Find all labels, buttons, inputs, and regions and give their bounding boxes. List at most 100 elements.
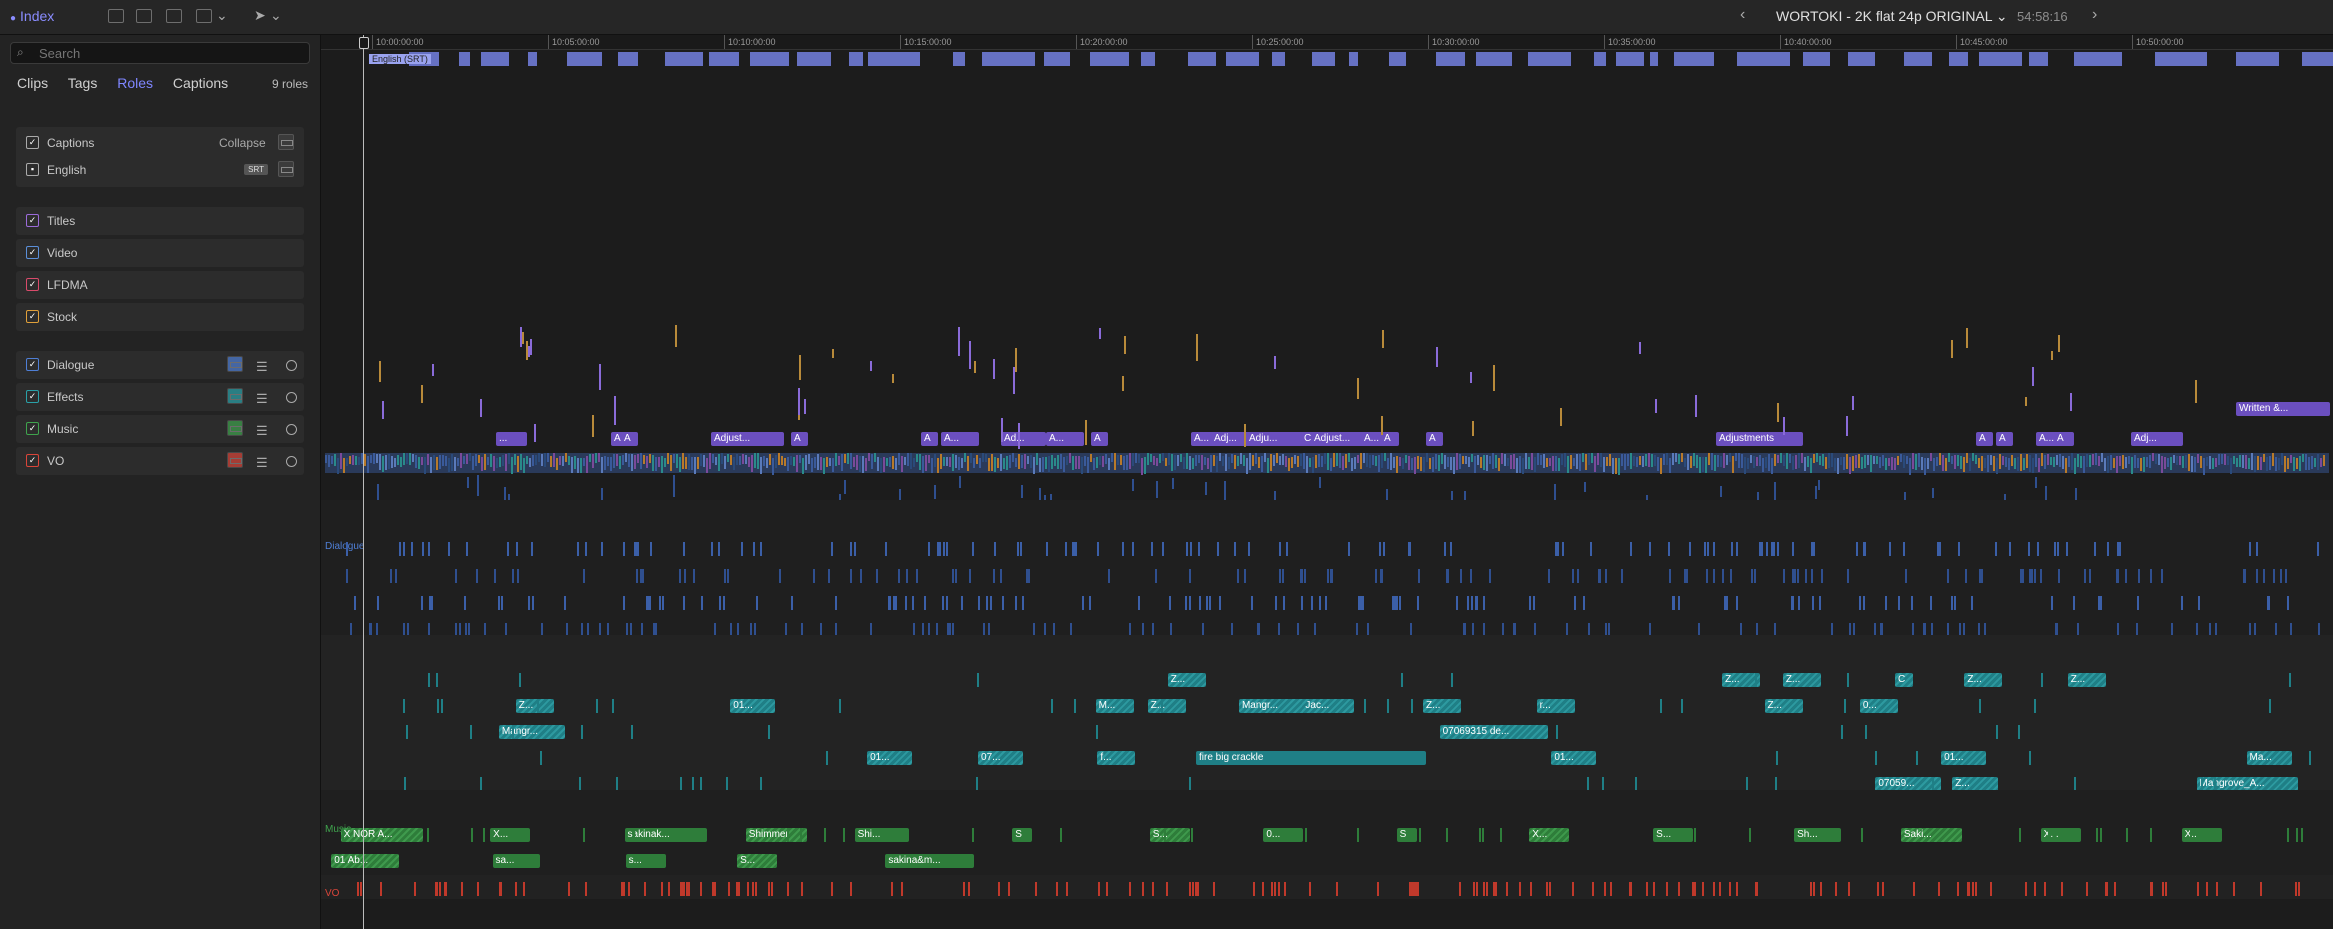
storyline-clip[interactable] <box>2044 455 2046 469</box>
clip-sliver[interactable] <box>507 542 510 556</box>
storyline-clip[interactable] <box>613 454 615 468</box>
clip-sliver[interactable] <box>1648 542 1651 556</box>
timeline-clip[interactable]: Z... <box>1964 673 2003 687</box>
storyline-clip[interactable] <box>352 455 354 465</box>
storyline-clip[interactable] <box>337 458 339 474</box>
storyline-clip[interactable] <box>1231 454 1233 463</box>
clip-sliver[interactable] <box>1046 542 1049 556</box>
clip-sliver[interactable] <box>1905 569 1908 583</box>
timeline-clip[interactable]: X... <box>2040 828 2081 842</box>
storyline-clip[interactable] <box>1867 455 1869 465</box>
clip-sliver[interactable] <box>480 777 483 791</box>
storyline-clip[interactable] <box>2086 454 2088 467</box>
storyline-clip[interactable] <box>640 453 642 469</box>
clip-sliver[interactable] <box>528 596 531 610</box>
storyline-clip[interactable] <box>1609 454 1611 466</box>
clip-sliver[interactable] <box>1121 375 1124 392</box>
clip-sliver[interactable] <box>596 699 599 713</box>
caption-clip[interactable] <box>1226 52 1259 66</box>
clip-sliver[interactable] <box>1686 569 1689 583</box>
clip-sliver[interactable] <box>2074 777 2077 791</box>
clip-sliver[interactable] <box>891 373 894 384</box>
storyline-clip[interactable] <box>1540 455 1542 465</box>
storyline-clip[interactable] <box>2182 456 2184 468</box>
storyline-clip[interactable] <box>580 458 582 473</box>
clip-sliver[interactable] <box>667 882 670 896</box>
storyline-clip[interactable] <box>418 457 420 469</box>
storyline-clip[interactable] <box>2026 454 2028 468</box>
clip-sliver[interactable] <box>675 325 678 347</box>
storyline-clip[interactable] <box>1612 458 1614 474</box>
clip-sliver[interactable] <box>1549 882 1552 896</box>
storyline-clip[interactable] <box>2158 454 2160 465</box>
storyline-clip[interactable] <box>445 456 447 466</box>
lfdma-checkbox[interactable]: ✓ <box>26 278 39 291</box>
storyline-clip[interactable] <box>460 453 462 468</box>
clip-sliver[interactable] <box>431 596 434 610</box>
storyline-clip[interactable] <box>2266 457 2268 471</box>
clip-sliver[interactable] <box>740 542 743 556</box>
storyline-clip[interactable] <box>1291 457 1293 468</box>
clip-sliver[interactable] <box>1951 339 1954 359</box>
storyline-clip[interactable] <box>883 457 885 472</box>
storyline-clip[interactable] <box>1687 454 1689 470</box>
storyline-clip[interactable] <box>2239 455 2241 467</box>
clip-sliver[interactable] <box>2094 542 2097 556</box>
clip-sliver[interactable] <box>1860 828 1863 842</box>
clip-sliver[interactable] <box>1282 569 1285 583</box>
caption-clip[interactable] <box>528 52 537 66</box>
role-row-lfdma[interactable]: ✓ LFDMA <box>16 271 304 299</box>
storyline-clip[interactable] <box>904 457 906 465</box>
storyline-clip[interactable] <box>718 454 720 471</box>
clip-sliver[interactable] <box>515 542 518 556</box>
clip-sliver[interactable] <box>1957 882 1960 896</box>
search-field[interactable]: ⌕ <box>10 42 310 64</box>
video-checkbox[interactable]: ✓ <box>26 246 39 259</box>
storyline-clip[interactable] <box>409 453 411 465</box>
storyline-clip[interactable] <box>2218 454 2220 465</box>
storyline-clip[interactable] <box>1516 458 1518 473</box>
timeline-clip[interactable]: fire big crackle <box>1196 751 1426 765</box>
storyline-clip[interactable] <box>1969 458 1971 471</box>
storyline-clip[interactable] <box>1147 453 1149 465</box>
storyline-clip[interactable] <box>604 456 606 470</box>
clip-sliver[interactable] <box>2053 542 2056 556</box>
clip-sliver[interactable] <box>803 398 806 414</box>
clip-sliver[interactable] <box>2267 596 2270 610</box>
clip-sliver[interactable] <box>951 569 954 583</box>
storyline-clip[interactable] <box>541 454 543 466</box>
clip-sliver[interactable] <box>1602 777 1605 791</box>
clip-sliver[interactable] <box>1673 596 1676 610</box>
storyline-clip[interactable] <box>949 457 951 467</box>
storyline-clip[interactable] <box>1591 453 1593 463</box>
timeline-clip[interactable]: Adjust... <box>711 432 784 446</box>
timeline-clip[interactable]: Z... <box>1422 699 1461 713</box>
clip-sliver[interactable] <box>1124 335 1127 355</box>
storyline-clip[interactable] <box>1729 453 1731 462</box>
storyline-clip[interactable] <box>982 453 984 462</box>
clip-sliver[interactable] <box>1034 882 1037 896</box>
clip-sliver[interactable] <box>960 596 963 610</box>
storyline-clip[interactable] <box>1852 456 1854 471</box>
clip-sliver[interactable] <box>2027 542 2030 556</box>
storyline-clip[interactable] <box>532 455 534 466</box>
clip-sliver[interactable] <box>381 400 384 419</box>
timeline-clip[interactable]: Sh... <box>1794 828 1842 842</box>
clip-sliver[interactable] <box>1418 828 1421 842</box>
clip-sliver[interactable] <box>2114 882 2117 896</box>
clip-sliver[interactable] <box>1530 882 1533 896</box>
clip-sliver[interactable] <box>1471 596 1474 610</box>
storyline-clip[interactable] <box>1537 453 1539 465</box>
storyline-clip[interactable] <box>394 458 396 467</box>
storyline-clip[interactable] <box>709 453 711 469</box>
clip-sliver[interactable] <box>2196 882 2199 896</box>
clip-sliver[interactable] <box>1414 882 1417 896</box>
clip-sliver[interactable] <box>1195 882 1198 896</box>
storyline-clip[interactable] <box>592 454 594 468</box>
clip-sliver[interactable] <box>2058 569 2061 583</box>
clip-sliver[interactable] <box>1707 542 1710 556</box>
clip-sliver[interactable] <box>1978 699 1981 713</box>
clip-sliver[interactable] <box>800 882 803 896</box>
clip-sliver[interactable] <box>1417 882 1420 896</box>
storyline-clip[interactable] <box>952 454 954 471</box>
